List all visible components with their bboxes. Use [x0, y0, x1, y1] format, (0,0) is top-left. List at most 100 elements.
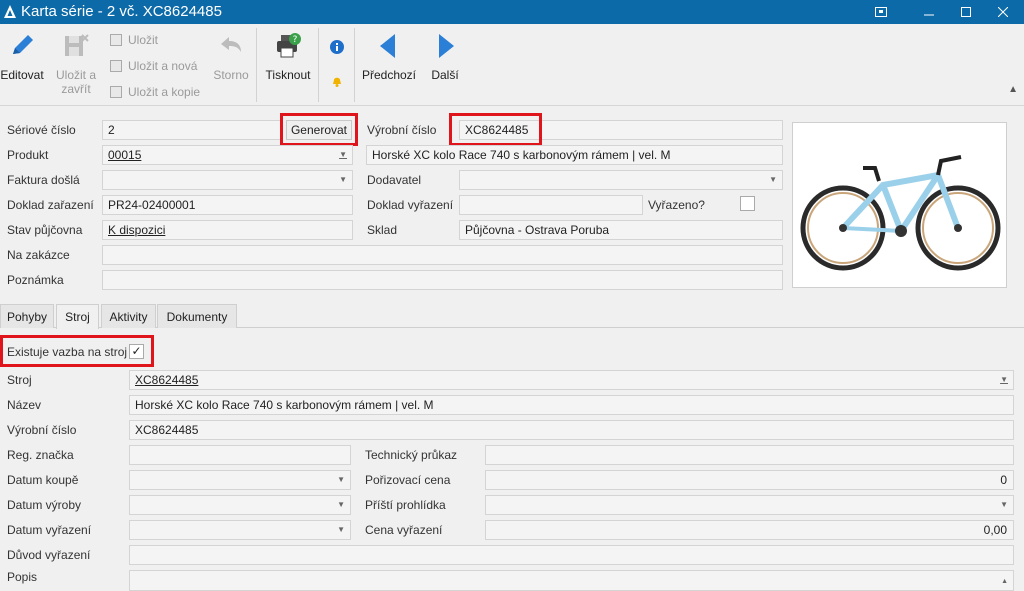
buy-price-field[interactable]: 0	[485, 470, 1014, 490]
machine-name-value: Horské XC kolo Race 740 s karbonovým rám…	[135, 398, 434, 412]
highlight-machine-exists	[0, 335, 154, 367]
dropdown-arrow-icon: ▼	[769, 175, 777, 184]
note-field[interactable]	[102, 270, 783, 290]
previous-label: Předchozí	[361, 68, 417, 82]
next-inspection-label: Příští prohlídka	[365, 498, 446, 512]
dropdown-arrow-icon: ▼	[339, 175, 347, 184]
supplier-label: Dodavatel	[367, 173, 422, 187]
order-field[interactable]	[102, 245, 783, 265]
save-new-icon	[110, 60, 122, 72]
machine-value: XC8624485	[135, 373, 199, 387]
previous-button[interactable]: Předchozí	[361, 24, 417, 82]
machine-manufacturer-number-label: Výrobní číslo	[7, 423, 77, 437]
arrow-right-icon	[439, 34, 454, 58]
collapse-ribbon-icon[interactable]: ▲	[1008, 84, 1018, 95]
serial-label: Sériové číslo	[7, 123, 76, 137]
discard-reason-label: Důvod vyřazení	[7, 548, 91, 562]
discard-price-value: 0,00	[983, 523, 1007, 537]
toolbar-separator	[354, 28, 355, 102]
save-copy-label: Uložit a kopie	[128, 85, 201, 99]
restore-window-icon[interactable]	[866, 0, 896, 24]
discard-date-label: Datum vyřazení	[7, 523, 92, 537]
rental-state-label: Stav půjčovna	[7, 223, 83, 237]
cancel-button[interactable]: Storno	[210, 24, 252, 82]
discarded-checkbox[interactable]	[740, 196, 755, 211]
rental-state-field[interactable]: K dispozici	[102, 220, 353, 240]
save-new-button[interactable]: Uložit a nová	[108, 57, 197, 75]
invoice-select[interactable]: ▼	[102, 170, 353, 190]
tab-pohyby[interactable]: Pohyby	[0, 304, 54, 328]
arrow-left-icon	[380, 34, 395, 58]
save-close-label-2: zavřít	[61, 82, 91, 96]
tab-stroj[interactable]: Stroj	[56, 304, 99, 329]
bicycle-image	[800, 155, 1001, 271]
printer-icon: ?	[277, 33, 301, 58]
production-date-label: Datum výroby	[7, 498, 82, 512]
product-value: 00015	[108, 148, 142, 162]
product-photo	[792, 122, 1007, 288]
toolbar: Editovat Uložit a zavřít Uložit Uložit a…	[0, 24, 1024, 106]
scroll-up-icon[interactable]: ▲	[1001, 573, 1008, 591]
save-button[interactable]: Uložit	[108, 31, 158, 49]
buy-date-label: Datum koupě	[7, 473, 79, 487]
supplier-select[interactable]: ▼	[459, 170, 783, 190]
next-button[interactable]: Další	[424, 24, 466, 82]
window-title: Karta série - 2 vč. XC8624485	[21, 3, 222, 20]
description-field[interactable]: ▲	[129, 570, 1014, 591]
maximize-button[interactable]	[951, 0, 981, 24]
description-label: Popis	[7, 570, 38, 584]
print-button[interactable]: ? Tisknout	[262, 24, 314, 82]
product-name-field[interactable]: Horské XC kolo Race 740 s karbonovým rám…	[366, 145, 783, 165]
invoice-label: Faktura došlá	[7, 173, 80, 187]
dropdown-arrow-icon: ▼	[337, 525, 345, 534]
save-close-label-1: Uložit a	[55, 68, 96, 82]
doc-out-label: Doklad vyřazení	[367, 198, 454, 212]
edit-button[interactable]: Editovat	[0, 24, 44, 82]
save-close-icon	[65, 34, 89, 56]
product-select[interactable]: 00015 ▼	[102, 145, 353, 165]
dropdown-arrow-icon: ▼	[337, 500, 345, 509]
manufacturer-number-label: Výrobní číslo	[367, 123, 437, 137]
next-label: Další	[431, 68, 459, 82]
discard-price-field[interactable]: 0,00	[485, 520, 1014, 540]
production-date-field[interactable]: ▼	[129, 495, 351, 515]
store-field[interactable]: Půjčovna - Ostrava Poruba	[459, 220, 783, 240]
tab-dokumenty[interactable]: Dokumenty	[157, 304, 237, 328]
buy-price-label: Pořizovací cena	[365, 473, 451, 487]
technical-card-field[interactable]	[485, 445, 1014, 465]
doc-in-field[interactable]: PR24-02400001	[102, 195, 353, 215]
machine-manufacturer-number-field[interactable]: XC8624485	[129, 420, 1014, 440]
registration-field[interactable]	[129, 445, 351, 465]
serial-field[interactable]: 2	[102, 120, 282, 140]
print-label: Tisknout	[265, 68, 311, 82]
machine-manufacturer-number-value: XC8624485	[135, 423, 199, 437]
dropdown-arrow-icon: ▼	[337, 475, 345, 484]
save-close-button[interactable]: Uložit a zavřít	[52, 24, 100, 96]
app-icon	[4, 5, 16, 18]
svg-text:?: ?	[293, 35, 298, 45]
discard-price-label: Cena vyřazení	[365, 523, 443, 537]
machine-name-field[interactable]: Horské XC kolo Race 740 s karbonovým rám…	[129, 395, 1014, 415]
product-label: Produkt	[7, 148, 49, 162]
registration-label: Reg. značka	[7, 448, 74, 462]
info-icon[interactable]	[330, 40, 344, 54]
highlight-manufacturer-number	[449, 113, 542, 146]
dropdown-arrow-icon: ▼	[1000, 500, 1008, 509]
buy-date-field[interactable]: ▼	[129, 470, 351, 490]
store-label: Sklad	[367, 223, 398, 237]
discard-date-field[interactable]: ▼	[129, 520, 351, 540]
edit-label: Editovat	[0, 68, 44, 82]
doc-out-field[interactable]	[459, 195, 643, 215]
machine-select[interactable]: XC8624485 ▼	[129, 370, 1014, 390]
toolbar-separator	[318, 28, 319, 102]
save-copy-button[interactable]: Uložit a kopie	[108, 83, 200, 101]
product-name-value: Horské XC kolo Race 740 s karbonovým rám…	[372, 148, 671, 162]
bell-icon[interactable]	[331, 75, 343, 87]
minimize-button[interactable]	[914, 0, 944, 24]
order-label: Na zakázce	[7, 248, 70, 262]
discard-reason-field[interactable]	[129, 545, 1014, 565]
next-inspection-field[interactable]: ▼	[485, 495, 1014, 515]
close-button[interactable]	[988, 0, 1018, 24]
tab-aktivity[interactable]: Aktivity	[101, 304, 156, 328]
technical-card-label: Technický průkaz	[365, 448, 458, 462]
